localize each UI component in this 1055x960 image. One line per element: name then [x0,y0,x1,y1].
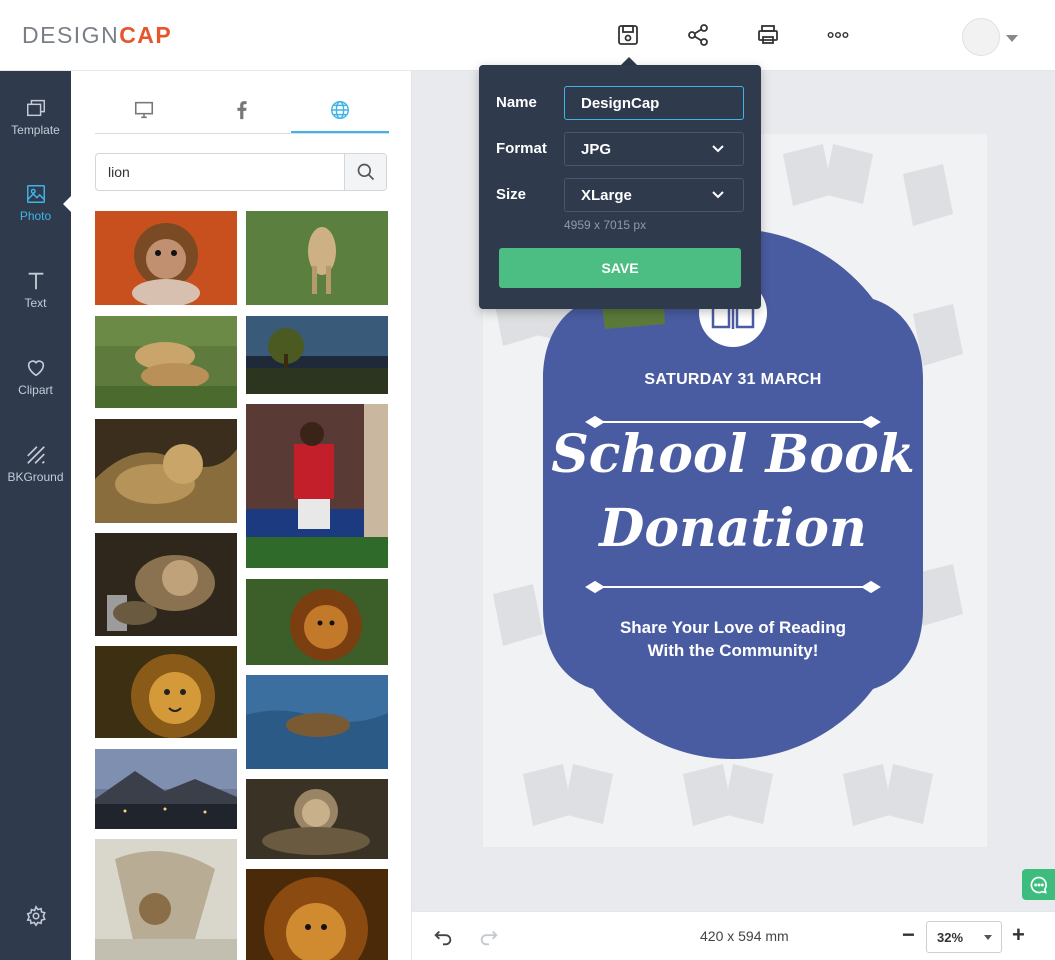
avatar[interactable] [962,18,1000,56]
sidebar-item-text[interactable]: Text [0,268,71,310]
photo-thumbnail[interactable] [95,749,237,829]
save-button[interactable]: SAVE [499,248,741,288]
sidebar-item-bkground[interactable]: BKGround [0,442,71,484]
size-select[interactable]: XLarge [564,178,744,212]
heart-icon [0,355,71,381]
photo-search [95,153,387,191]
top-bar: DESIGNCAP [0,0,1055,71]
tab-desktop[interactable] [95,89,193,131]
size-label: Size [496,186,527,203]
poster-title-line-2[interactable]: Donation [543,498,923,559]
photo-source-tabs [95,89,389,134]
template-icon [0,95,71,121]
search-icon [357,163,374,181]
sidebar-item-clipart[interactable]: Clipart [0,355,71,397]
left-sidebar: Template Photo Text Clipart BKGround [0,71,71,960]
chat-button[interactable] [1022,869,1055,900]
chevron-down-icon[interactable] [1006,35,1018,42]
designcap-logo[interactable]: DESIGNCAP [22,22,172,49]
globe-icon [331,101,349,119]
desktop-icon [134,101,154,119]
photo-thumbnail[interactable] [246,211,388,305]
chevron-down-icon [712,145,724,153]
print-icon[interactable] [755,22,781,48]
share-icon[interactable] [685,22,711,48]
chevron-down-icon [984,935,992,940]
settings-button[interactable] [0,903,71,929]
search-button[interactable] [344,154,386,190]
poster-subtitle-line-2[interactable]: With the Community! [543,641,923,661]
format-label: Format [496,140,547,157]
photo-panel [71,71,412,960]
sidebar-item-template[interactable]: Template [0,95,71,137]
photo-thumbnail[interactable] [246,675,388,769]
photo-thumbnail[interactable] [95,211,237,305]
zoom-in-button[interactable]: + [1012,922,1025,948]
chat-icon [1030,876,1047,894]
name-label: Name [496,94,537,111]
text-icon [0,268,71,294]
zoom-select[interactable]: 32% [926,921,1002,953]
tab-facebook[interactable] [193,89,291,131]
save-dialog: Name DesignCap Format JPG Size XLarge 49… [479,65,761,309]
search-input[interactable] [96,154,346,190]
photo-thumbnail[interactable] [246,316,388,394]
sidebar-item-label: Text [24,296,47,310]
bottom-bar: 420 x 594 mm − 32% + [412,911,1055,960]
page-size-label: 420 x 594 mm [700,928,789,944]
sidebar-item-label: Clipart [18,383,53,397]
sidebar-item-photo[interactable]: Photo [0,181,71,223]
photo-thumbnail[interactable] [246,404,388,568]
facebook-icon [237,101,247,120]
photo-thumbnail[interactable] [95,316,237,408]
redo-icon[interactable] [478,926,500,948]
name-field[interactable]: DesignCap [564,86,744,120]
sidebar-item-label: BKGround [7,470,64,484]
photo-thumbnail[interactable] [95,533,237,636]
photo-thumbnail[interactable] [246,869,388,960]
sidebar-item-label: Photo [19,209,52,223]
poster-title-line-1[interactable]: School Book [543,424,923,485]
gear-icon [0,903,71,929]
background-icon [0,442,71,468]
sidebar-item-label: Template [11,123,60,137]
photo-thumbnail[interactable] [95,839,237,960]
photo-thumbnail[interactable] [246,579,388,665]
photo-thumbnail[interactable] [246,779,388,859]
format-select[interactable]: JPG [564,132,744,166]
photo-thumbnail[interactable] [95,646,237,738]
save-icon[interactable] [615,22,641,48]
poster-date[interactable]: SATURDAY 31 MARCH [543,371,923,389]
more-icon[interactable] [825,22,851,48]
size-hint: 4959 x 7015 px [564,218,647,232]
undo-icon[interactable] [432,926,454,948]
tab-web[interactable] [291,89,389,133]
chevron-down-icon [712,191,724,199]
photo-thumbnail[interactable] [95,419,237,523]
photo-icon [0,181,71,207]
zoom-out-button[interactable]: − [902,922,915,948]
poster-subtitle-line-1[interactable]: Share Your Love of Reading [543,618,923,638]
